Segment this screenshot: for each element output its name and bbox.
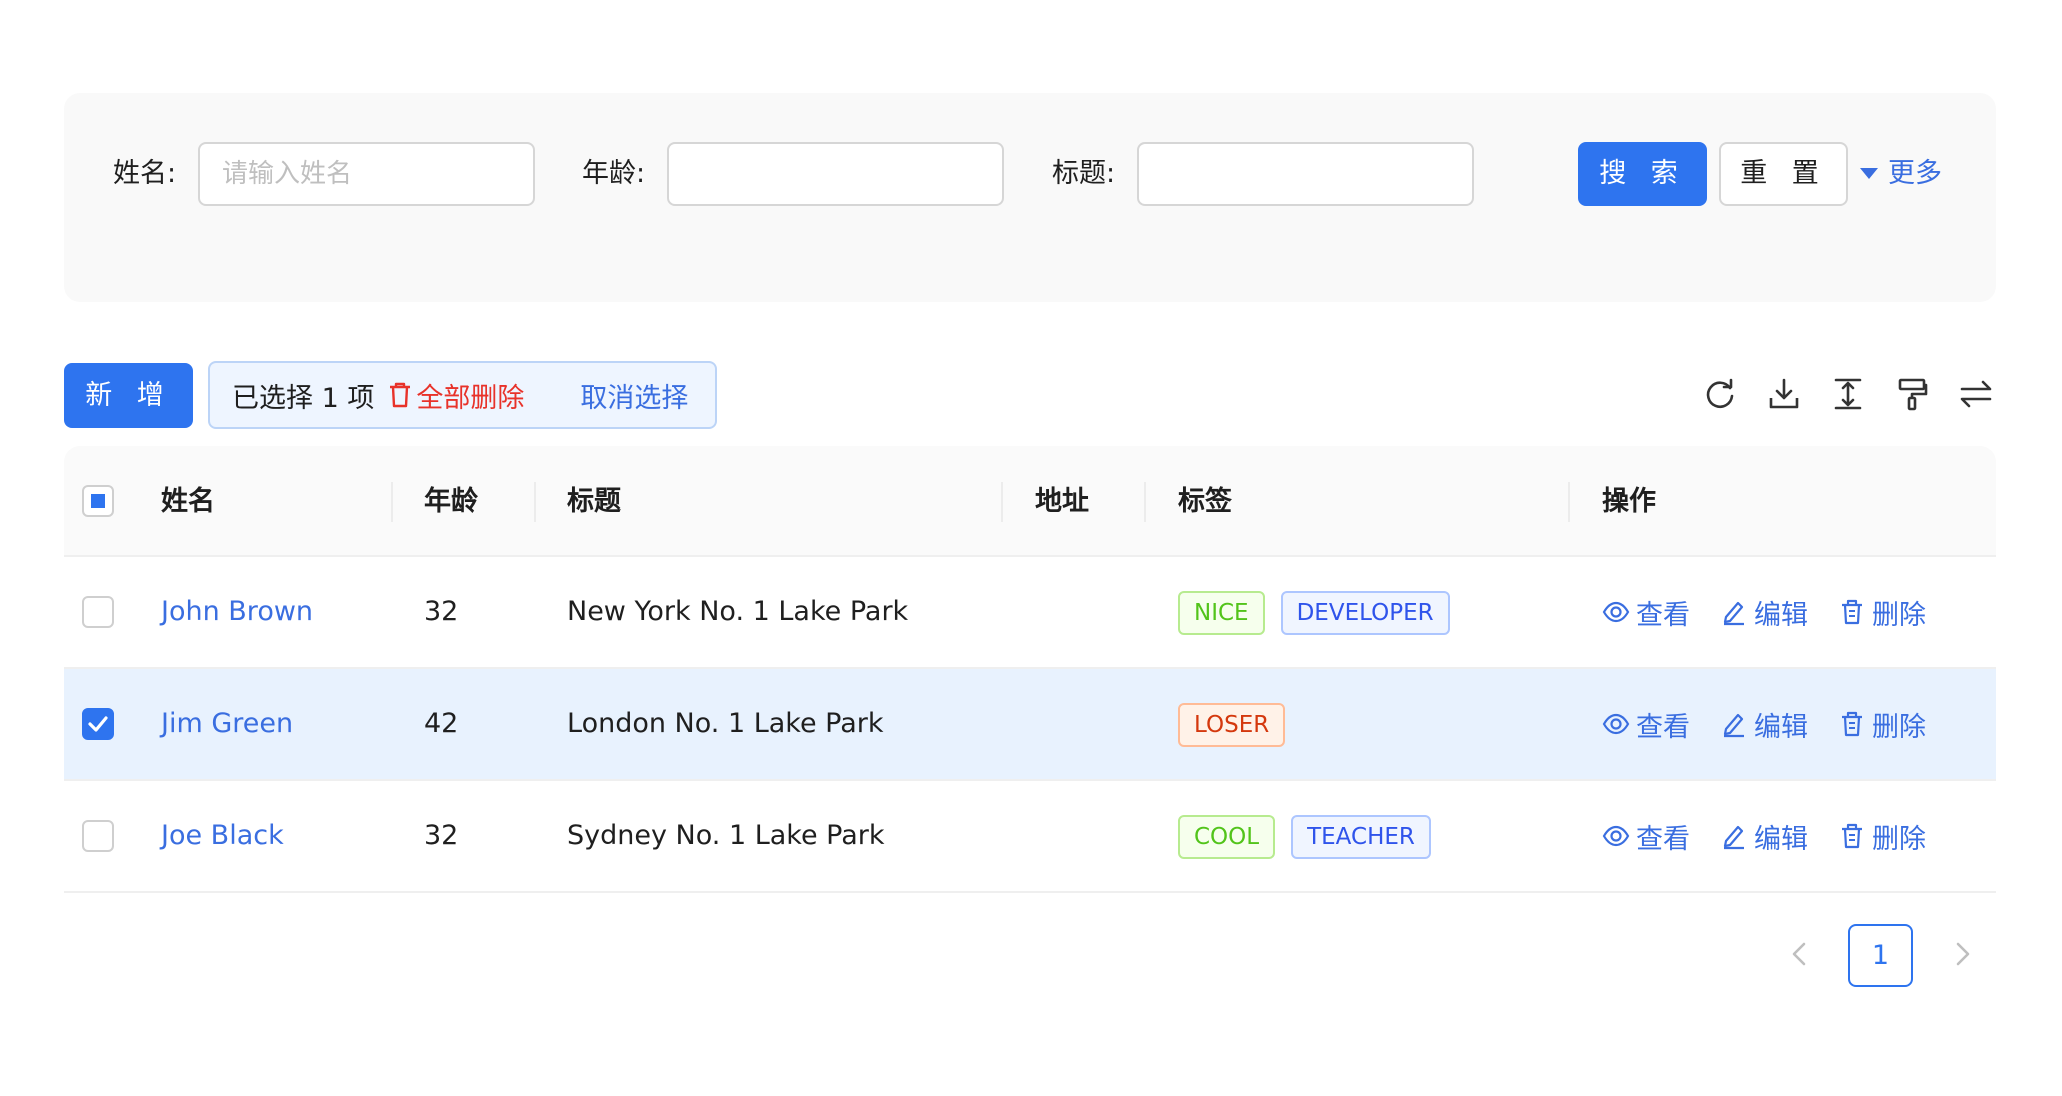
age-label: 年龄: [582,158,646,189]
view-action[interactable]: 查看 [1602,817,1690,856]
delete-icon [1842,823,1862,849]
tag-list: COOL TEACHER [1178,815,1431,859]
column-header-tags[interactable]: 标签 [1178,446,1232,557]
row-checkbox[interactable] [82,820,114,852]
reset-button[interactable]: 重 置 [1719,142,1848,206]
delete-label: 删除 [1872,823,1926,855]
view-action[interactable]: 查看 [1602,705,1690,744]
name-input[interactable] [198,142,535,206]
edit-icon [1723,601,1744,626]
delete-label: 删除 [1872,599,1926,631]
tag-badge: NICE [1178,591,1265,635]
data-table: 姓名 年龄 标题 地址 标签 操作 John Brown 32 New York… [64,446,1996,893]
tag-list: LOSER [1178,703,1286,747]
title-cell: New York No. 1 Lake Park [567,596,909,627]
check-icon [88,716,108,732]
view-label: 查看 [1636,599,1690,631]
edit-label: 编辑 [1754,711,1808,743]
view-label: 查看 [1636,823,1690,855]
column-divider [391,482,393,522]
delete-action[interactable]: 删除 [1838,817,1926,856]
edit-icon [1723,713,1744,738]
title-input[interactable] [1137,142,1474,206]
tag-badge: TEACHER [1291,815,1431,859]
selected-count-text: 已选择 1 项 [232,382,375,414]
add-button[interactable]: 新 增 [64,363,193,428]
table-body: John Brown 32 New York No. 1 Lake Park N… [64,557,1996,893]
title-cell: Sydney No. 1 Lake Park [567,820,885,851]
eye-icon [1602,713,1630,735]
column-divider [1001,482,1003,522]
title-label: 标题: [1052,158,1116,189]
delete-action[interactable]: 删除 [1838,705,1926,744]
search-button[interactable]: 搜 索 [1578,142,1707,206]
column-divider [534,482,536,522]
delete-all-button[interactable]: 全部删除 [388,376,524,415]
edit-label: 编辑 [1754,599,1808,631]
table-row: Joe Black 32 Sydney No. 1 Lake Park COOL… [64,781,1996,893]
edit-action[interactable]: 编辑 [1720,817,1808,856]
edit-action[interactable]: 编辑 [1720,705,1808,744]
row-actions: 查看 编辑 删除 [1602,557,1926,667]
caret-down-icon [1860,168,1878,179]
age-cell: 32 [424,820,459,851]
title-cell: London No. 1 Lake Park [567,708,884,739]
delete-icon [1842,711,1862,737]
view-label: 查看 [1636,711,1690,743]
eye-icon [1602,825,1630,847]
edit-icon [1723,825,1744,850]
download-icon[interactable] [1766,376,1802,412]
edit-label: 编辑 [1754,823,1808,855]
row-checkbox[interactable] [82,596,114,628]
delete-action[interactable]: 删除 [1838,593,1926,632]
row-actions: 查看 编辑 删除 [1602,781,1926,891]
next-page-icon[interactable] [1946,936,1978,972]
swap-icon[interactable] [1958,376,1994,412]
format-painter-icon[interactable] [1894,376,1930,412]
row-checkbox[interactable] [82,708,114,740]
age-input[interactable] [667,142,1004,206]
age-cell: 32 [424,596,459,627]
column-height-icon[interactable] [1830,376,1866,412]
delete-label: 删除 [1872,711,1926,743]
selection-bar: 已选择 1 项 全部删除 取消选择 [208,361,717,429]
age-cell: 42 [424,708,459,739]
tag-badge: COOL [1178,815,1276,859]
name-link[interactable]: John Brown [161,557,313,667]
select-all-checkbox[interactable] [82,485,114,517]
table-row: Jim Green 42 London No. 1 Lake Park LOSE… [64,669,1996,781]
page-button[interactable]: 1 [1848,924,1913,987]
name-link[interactable]: Joe Black [161,781,284,891]
reload-icon[interactable] [1702,376,1738,412]
tag-badge: LOSER [1178,703,1286,747]
name-label: 姓名: [113,158,177,189]
tag-badge: DEVELOPER [1280,591,1450,635]
trash-icon [390,382,411,408]
name-link[interactable]: Jim Green [161,669,293,779]
eye-icon [1602,601,1630,623]
prev-page-icon[interactable] [1784,936,1816,972]
column-header-name[interactable]: 姓名 [161,446,215,557]
column-divider [1144,482,1146,522]
delete-icon [1842,599,1862,625]
table-row: John Brown 32 New York No. 1 Lake Park N… [64,557,1996,669]
delete-all-label: 全部删除 [416,382,525,414]
row-actions: 查看 编辑 删除 [1602,669,1926,779]
column-header-age[interactable]: 年龄 [424,446,478,557]
column-header-actions: 操作 [1602,486,1656,517]
column-divider [1568,482,1570,522]
view-action[interactable]: 查看 [1602,593,1690,632]
table-header: 姓名 年龄 标题 地址 标签 操作 [64,446,1996,557]
column-header-title[interactable]: 标题 [567,446,621,557]
edit-action[interactable]: 编辑 [1720,593,1808,632]
more-toggle[interactable]: 更多 [1860,142,1942,206]
search-panel: 姓名: 年龄: 标题: 搜 索 重 置 更多 [64,93,1996,302]
column-header-address[interactable]: 地址 [1035,446,1089,557]
tag-list: NICE DEVELOPER [1178,591,1450,635]
more-link-label: 更多 [1888,158,1942,189]
cancel-selection-link[interactable]: 取消选择 [580,376,688,415]
